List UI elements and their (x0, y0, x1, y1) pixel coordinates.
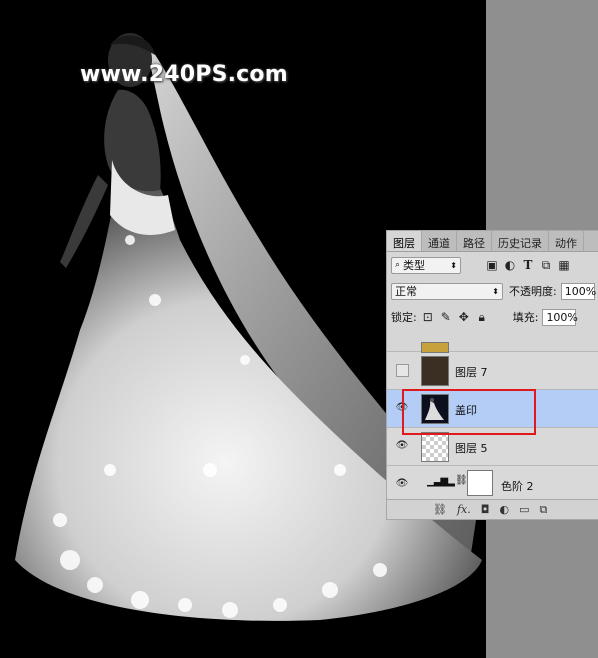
folder-icon[interactable]: ▭ (519, 503, 529, 516)
link-icon[interactable]: ⛓︎ (433, 503, 447, 516)
watermark-text: www.240PS.com (80, 62, 288, 87)
updown-arrow-icon: ⬍ (492, 286, 499, 296)
lock-all-icon[interactable]: 🔒︎ (475, 310, 489, 324)
updown-arrow-icon: ⬍ (450, 260, 457, 270)
image-filter-icon[interactable]: ▣ (485, 258, 499, 272)
search-icon: ⌕ (395, 260, 401, 270)
selection-highlight-box (402, 389, 536, 435)
filter-type-label: 类型 (403, 259, 426, 272)
text-filter-icon[interactable]: T (521, 258, 535, 272)
panel-tabs: 图层 通道 路径 历史记录 动作 (387, 231, 598, 252)
lock-row: 锁定: ⊡ ✎ ✥ 🔒︎ 填充: 100% (387, 304, 598, 330)
layers-panel: 图层 通道 路径 历史记录 动作 ⌕ 类型 ⬍ ▣ ◐ T ⧉ ▦ 正常 ⬍ 不… (386, 230, 598, 520)
opacity-input[interactable]: 100% (560, 282, 596, 300)
lock-position-icon[interactable]: ✥ (457, 310, 471, 324)
new-layer-icon[interactable]: ⧉ (539, 503, 547, 517)
lock-transparent-pixels-icon[interactable]: ⊡ (421, 310, 435, 324)
tab-layers[interactable]: 图层 (387, 231, 422, 251)
fx-icon[interactable]: fx. (457, 503, 471, 516)
tab-history[interactable]: 历史记录 (492, 231, 549, 251)
blend-mode-value: 正常 (395, 285, 417, 298)
shape-filter-icon[interactable]: ⧉ (539, 258, 553, 272)
layer-row[interactable]: 图层 7 (387, 352, 598, 390)
adjustment-filter-icon[interactable]: ◐ (503, 258, 517, 272)
blend-mode-select[interactable]: 正常 ⬍ (391, 282, 503, 300)
adjustment-icon[interactable]: ◐ (499, 503, 509, 516)
visibility-toggle[interactable] (396, 364, 409, 377)
layer-partial-top[interactable] (387, 342, 598, 353)
lock-label: 锁定: (391, 311, 417, 324)
mask-icon[interactable]: ◘ (481, 503, 490, 516)
blend-row: 正常 ⬍ 不透明度: 100% (387, 278, 598, 304)
smart-object-filter-icon[interactable]: ▦ (557, 258, 571, 272)
levels-adjustment-icon: ▁▃▆▂ (427, 476, 455, 487)
tab-paths[interactable]: 路径 (457, 231, 492, 251)
layer-thumbnail (421, 356, 449, 386)
layer-name: 色阶 2 (501, 480, 534, 493)
eye-icon[interactable]: 👁︎ (395, 478, 409, 490)
chain-link-icon[interactable]: ⛓︎ (455, 475, 468, 486)
layer-row[interactable]: 👁︎ ▁▃▆▂ ⛓︎ 色阶 2 (387, 466, 598, 500)
layer-name: 图层 7 (455, 366, 488, 379)
fill-label: 填充: (512, 311, 539, 324)
panel-footer: ⛓︎ fx. ◘ ◐ ▭ ⧉ (387, 499, 598, 519)
tab-actions[interactable]: 动作 (549, 231, 584, 251)
layer-mask-thumbnail (467, 470, 493, 496)
eye-icon[interactable]: 👁︎ (395, 440, 409, 452)
opacity-label: 不透明度: (509, 285, 557, 298)
layer-name: 图层 5 (455, 442, 488, 455)
filter-type-select[interactable]: ⌕ 类型 ⬍ (391, 256, 461, 274)
lock-image-pixels-icon[interactable]: ✎ (439, 310, 453, 324)
fill-input[interactable]: 100% (542, 308, 578, 326)
layer-thumbnail (421, 432, 449, 462)
filter-row: ⌕ 类型 ⬍ ▣ ◐ T ⧉ ▦ (387, 252, 598, 278)
tab-channels[interactable]: 通道 (422, 231, 457, 251)
